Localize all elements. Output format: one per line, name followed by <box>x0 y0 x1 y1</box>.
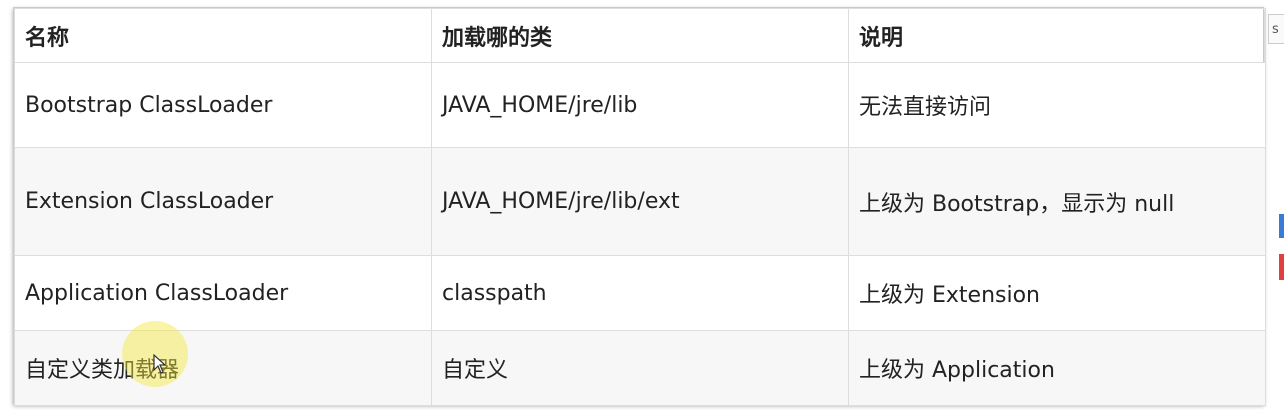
table-row: Extension ClassLoader JAVA_HOME/jre/lib/… <box>14 147 1266 256</box>
edge-partial-panel[interactable]: s <box>1268 14 1284 44</box>
cell-description: 上级为 Extension <box>848 255 1266 331</box>
edge-partial-text: s <box>1272 22 1279 37</box>
header-description: 说明 <box>848 8 1266 63</box>
classloader-table: 名称 加载哪的类 说明 Bootstrap ClassLoader JAVA_H… <box>14 8 1266 406</box>
edge-blue-marker <box>1279 214 1284 238</box>
cell-name: Application ClassLoader <box>14 255 432 331</box>
cell-load-location: classpath <box>431 255 849 331</box>
table-header-row: 名称 加载哪的类 说明 <box>14 8 1266 63</box>
cell-name: Bootstrap ClassLoader <box>14 62 432 148</box>
cell-description: 无法直接访问 <box>848 62 1266 148</box>
cell-description: 上级为 Bootstrap，显示为 null <box>848 147 1266 256</box>
edge-red-marker <box>1279 254 1284 280</box>
cell-name: Extension ClassLoader <box>14 147 432 256</box>
table-row: 自定义类加载器 自定义 上级为 Application <box>14 330 1266 406</box>
cell-description: 上级为 Application <box>848 330 1266 406</box>
header-name: 名称 <box>14 8 432 63</box>
header-load-location: 加载哪的类 <box>431 8 849 63</box>
cell-name: 自定义类加载器 <box>14 330 432 406</box>
table-row: Application ClassLoader classpath 上级为 Ex… <box>14 255 1266 331</box>
table-row: Bootstrap ClassLoader JAVA_HOME/jre/lib … <box>14 62 1266 148</box>
cell-load-location: JAVA_HOME/jre/lib <box>431 62 849 148</box>
classloader-table-container: 名称 加载哪的类 说明 Bootstrap ClassLoader JAVA_H… <box>13 7 1266 406</box>
cell-load-location: JAVA_HOME/jre/lib/ext <box>431 147 849 256</box>
cell-load-location: 自定义 <box>431 330 849 406</box>
